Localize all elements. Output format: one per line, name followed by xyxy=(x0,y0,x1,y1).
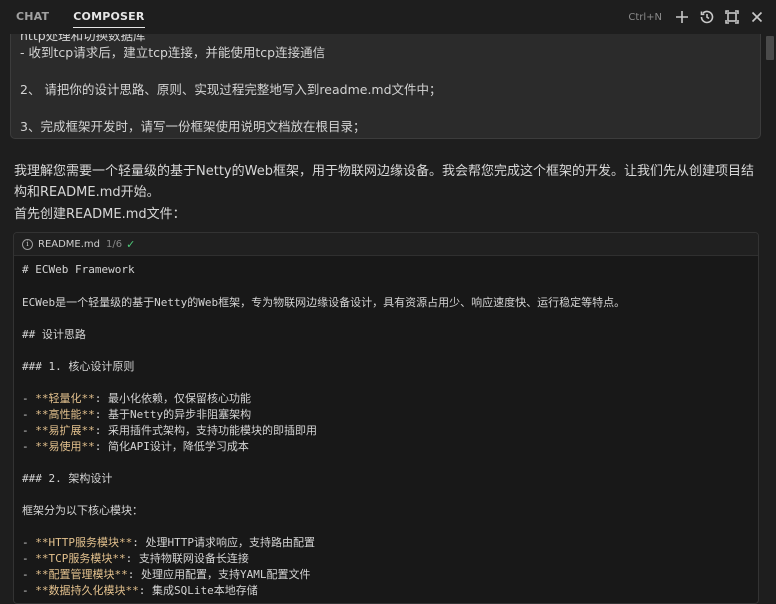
response-paragraph: 我理解您需要一个轻量级的基于Netty的Web框架，用于物联网边缘设备。我会帮您… xyxy=(14,164,754,200)
info-icon: i xyxy=(22,238,33,250)
user-prompt-box[interactable]: http处理和切换数据库 - 收到tcp请求后，建立tcp连接，并能使用tcp连… xyxy=(10,34,761,139)
code-line: - **TCP服务模块**: 支持物联网设备长连接 xyxy=(22,552,249,565)
code-block: i README.md 1/6 ✓ # ECWeb Framework ECWe… xyxy=(13,232,759,604)
code-line: 框架分为以下核心模块： xyxy=(22,504,143,517)
tab-composer[interactable]: COMPOSER xyxy=(73,0,145,34)
history-icon[interactable] xyxy=(696,6,718,28)
composer-header: CHAT COMPOSER Ctrl+N xyxy=(0,0,776,34)
code-line: - **易使用**: 简化API设计，降低学习成本 xyxy=(22,440,249,453)
code-line: - **HTTP服务模块**: 处理HTTP请求响应，支持路由配置 xyxy=(22,536,315,549)
code-line: - **易扩展**: 采用插件式架构，支持功能模块的即插即用 xyxy=(22,424,317,437)
scrollbar-thumb[interactable] xyxy=(766,36,774,60)
code-line: ### 1. 核心设计原则 xyxy=(22,360,135,373)
code-line: - **数据持久化模块**: 集成SQLite本地存储 xyxy=(22,584,258,597)
prompt-line: 3、完成框架开发时，请写一份框架使用说明文档放在根目录； xyxy=(20,119,366,134)
header-actions: Ctrl+N xyxy=(628,0,768,34)
checkmark-icon: ✓ xyxy=(126,237,136,251)
prompt-line: - 收到tcp请求后，建立tcp连接，并能使用tcp连接通信 xyxy=(20,45,326,60)
code-line: - **配置管理模块**: 处理应用配置，支持YAML配置文件 xyxy=(22,568,311,581)
code-line: - **轻量化**: 最小化依赖，仅保留核心功能 xyxy=(22,392,251,405)
prompt-line: 2、 请把你的设计思路、原则、实现过程完整地写入到readme.md文件中； xyxy=(20,82,442,97)
version-counter: 1/6 xyxy=(106,238,123,250)
code-line: ECWeb是一个轻量级的基于Netty的Web框架，专为物联网边缘设备设计，具有… xyxy=(22,296,626,309)
response-paragraph: 首先创建README.md文件： xyxy=(14,207,186,222)
code-line: ## 设计思路 xyxy=(22,328,86,341)
close-icon[interactable] xyxy=(746,6,768,28)
code-filename[interactable]: README.md xyxy=(38,239,100,250)
code-line: - **高性能**: 基于Netty的异步非阻塞架构 xyxy=(22,408,252,421)
maximize-icon[interactable] xyxy=(721,6,743,28)
new-shortcut-hint: Ctrl+N xyxy=(628,11,662,23)
code-line: ### 2. 架构设计 xyxy=(22,472,113,485)
tab-chat[interactable]: CHAT xyxy=(16,0,49,34)
code-block-header: i README.md 1/6 ✓ xyxy=(14,233,758,256)
plus-icon[interactable] xyxy=(671,6,693,28)
code-line: # ECWeb Framework xyxy=(22,263,135,276)
